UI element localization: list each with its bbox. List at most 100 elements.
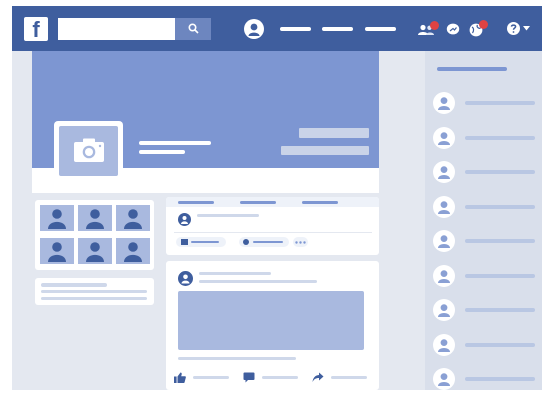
intro-line: [41, 290, 147, 293]
contact-avatar: [433, 127, 455, 149]
like-button[interactable]: [174, 370, 236, 384]
composer-tab[interactable]: [178, 201, 214, 204]
update-info-button[interactable]: [299, 128, 369, 138]
intro-line: [41, 283, 107, 287]
composer-avatar-icon: [178, 213, 191, 226]
post-image[interactable]: [178, 291, 364, 350]
thumbs-up-icon: [174, 372, 186, 383]
contact-name-line: [465, 274, 535, 278]
composer-card: [166, 197, 379, 255]
contact-avatar: [433, 265, 455, 287]
post-card: [166, 261, 379, 390]
contact-row[interactable]: [433, 333, 537, 357]
messages-button[interactable]: [445, 21, 461, 37]
chat-icon: [446, 23, 460, 35]
person-icon: [86, 242, 104, 262]
photo-thumbnail[interactable]: [78, 238, 112, 264]
contact-name-line: [465, 205, 535, 209]
notifications-badge: [479, 20, 488, 29]
contact-avatar: [433, 299, 455, 321]
photos-card: [35, 200, 154, 270]
composer-tab[interactable]: [302, 201, 338, 204]
composer-divider: [174, 232, 372, 233]
facebook-logo[interactable]: f: [24, 17, 48, 42]
person-icon: [438, 304, 450, 317]
user-avatar-icon: [248, 23, 260, 36]
search-icon: [188, 23, 199, 34]
person-icon: [438, 201, 450, 214]
top-navigation-bar: f: [12, 6, 542, 51]
contact-row[interactable]: [433, 264, 537, 288]
friend-requests-button[interactable]: [417, 19, 441, 39]
person-icon: [124, 242, 142, 262]
contact-name-line: [465, 308, 535, 312]
nav-link-find-friends[interactable]: [322, 27, 353, 31]
person-icon: [438, 132, 450, 145]
composer-photo-button[interactable]: [176, 237, 226, 247]
composer-action-label: [253, 241, 283, 243]
contact-avatar: [433, 334, 455, 356]
contact-row[interactable]: [433, 229, 537, 253]
person-icon: [438, 339, 450, 352]
composer-input-line[interactable]: [197, 214, 259, 217]
contact-row[interactable]: [433, 91, 537, 115]
photo-thumbnail[interactable]: [40, 205, 74, 231]
person-icon: [438, 235, 450, 248]
contact-row[interactable]: [433, 298, 537, 322]
profile-name-line: [139, 141, 211, 145]
search-input[interactable]: [58, 18, 176, 40]
photo-thumbnail[interactable]: [78, 205, 112, 231]
contact-row[interactable]: [433, 367, 537, 390]
nav-link-home[interactable]: [280, 27, 311, 31]
nav-link-create[interactable]: [365, 27, 396, 31]
contact-name-line: [465, 377, 535, 381]
person-icon: [438, 373, 450, 386]
contact-name-line: [465, 343, 535, 347]
photo-thumbnail[interactable]: [116, 238, 150, 264]
comment-button[interactable]: [243, 370, 305, 384]
person-icon: [48, 242, 66, 262]
contact-row[interactable]: [433, 126, 537, 150]
help-button[interactable]: [506, 21, 532, 37]
chevron-down-icon: [523, 26, 530, 31]
more-dots-icon: [295, 241, 306, 244]
contact-name-line: [465, 239, 535, 243]
contact-name-line: [465, 136, 535, 140]
composer-more-button[interactable]: [293, 237, 308, 247]
search-button[interactable]: [175, 18, 211, 40]
profile-subtitle-line: [139, 150, 185, 154]
person-icon: [438, 166, 450, 179]
post-author-avatar-icon[interactable]: [178, 271, 193, 286]
contact-name-line: [465, 170, 535, 174]
notifications-button[interactable]: [468, 19, 490, 39]
emoji-icon: [243, 239, 249, 245]
share-label-line: [331, 376, 367, 379]
contact-row[interactable]: [433, 195, 537, 219]
post-author-name[interactable]: [199, 272, 271, 275]
user-avatar[interactable]: [244, 19, 264, 39]
composer-action-label: [191, 241, 219, 243]
intro-line: [41, 297, 147, 300]
profile-picture-placeholder: [59, 126, 118, 176]
activity-log-button[interactable]: [281, 146, 369, 155]
contact-name-line: [465, 101, 535, 105]
photo-thumbnail[interactable]: [116, 205, 150, 231]
photo-thumbnail[interactable]: [40, 238, 74, 264]
photo-icon: [181, 239, 188, 245]
contact-row[interactable]: [433, 160, 537, 184]
comment-icon: [243, 372, 255, 383]
contact-avatar: [433, 368, 455, 390]
share-button[interactable]: [312, 370, 374, 384]
contacts-sidebar: [425, 51, 542, 390]
person-icon: [438, 270, 450, 283]
contact-avatar: [433, 161, 455, 183]
person-icon: [86, 209, 104, 229]
share-arrow-icon: [312, 372, 324, 382]
comment-label-line: [262, 376, 298, 379]
post-meta-line: [199, 280, 317, 283]
composer-feeling-button[interactable]: [239, 237, 289, 247]
camera-icon: [74, 138, 104, 162]
contacts-header: [437, 67, 507, 71]
profile-picture[interactable]: [54, 121, 123, 181]
composer-tab[interactable]: [240, 201, 276, 204]
